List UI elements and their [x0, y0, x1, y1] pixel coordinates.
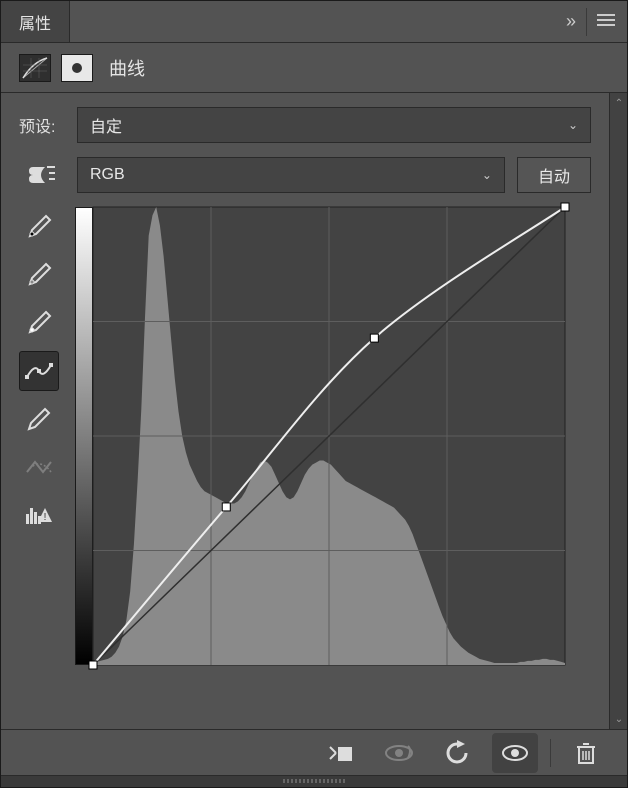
chevron-down-icon: ⌄ — [482, 168, 492, 182]
curves-icon[interactable] — [19, 54, 51, 82]
curves-editor: ! — [19, 207, 591, 729]
vertical-scrollbar[interactable]: ⌃ ⌄ — [609, 93, 627, 729]
auto-label: 自动 — [538, 163, 570, 187]
adjustment-header: 曲线 — [1, 43, 627, 93]
targeted-adjust-icon[interactable] — [19, 163, 65, 187]
panel-title: 属性 — [19, 10, 51, 34]
panel-menu-icon[interactable] — [597, 11, 615, 32]
delete-icon[interactable] — [563, 733, 609, 773]
divider — [550, 739, 551, 767]
channel-value: RGB — [90, 166, 125, 184]
eyedropper-gray-icon[interactable] — [19, 255, 59, 295]
titlebar-controls: » — [566, 1, 627, 42]
preset-row: 预设: 自定 ⌄ — [19, 107, 591, 143]
scroll-up-icon[interactable]: ⌃ — [610, 95, 627, 111]
visibility-icon[interactable] — [492, 733, 538, 773]
preset-select[interactable]: 自定 ⌄ — [77, 107, 591, 143]
panel-footer — [1, 729, 627, 775]
curves-graph-wrap — [75, 207, 591, 729]
tools-column: ! — [19, 207, 63, 729]
channel-row: RGB ⌄ 自动 — [19, 157, 591, 193]
properties-panel: 属性 » 曲线 预设: 自定 ⌄ — [0, 0, 628, 788]
adjustment-name: 曲线 — [109, 55, 145, 81]
collapse-icon[interactable]: » — [566, 11, 576, 32]
preset-label: 预设: — [19, 113, 65, 137]
resize-grip[interactable] — [1, 775, 627, 787]
svg-text:!: ! — [44, 512, 47, 523]
chevron-down-icon: ⌄ — [568, 118, 578, 132]
smooth-curve-icon[interactable] — [19, 447, 59, 487]
panel-titlebar: 属性 » — [1, 1, 627, 43]
auto-button[interactable]: 自动 — [517, 157, 591, 193]
histogram-clip-warning-icon[interactable]: ! — [19, 495, 59, 535]
preset-value: 自定 — [90, 113, 122, 137]
panel-tab-properties[interactable]: 属性 — [1, 1, 70, 42]
pencil-tool-icon[interactable] — [19, 399, 59, 439]
reset-icon[interactable] — [434, 733, 480, 773]
eyedropper-white-icon[interactable] — [19, 303, 59, 343]
divider — [586, 8, 587, 36]
content: 预设: 自定 ⌄ RGB ⌄ 自动 — [1, 93, 609, 729]
view-previous-icon[interactable] — [376, 733, 422, 773]
curves-graph[interactable] — [93, 207, 591, 729]
panel-body: 预设: 自定 ⌄ RGB ⌄ 自动 — [1, 93, 627, 729]
curve-point-tool-icon[interactable] — [19, 351, 59, 391]
output-ramp — [75, 207, 93, 665]
channel-select[interactable]: RGB ⌄ — [77, 157, 505, 193]
layer-mask-icon[interactable] — [61, 54, 93, 82]
scroll-down-icon[interactable]: ⌄ — [610, 711, 627, 727]
clip-to-layer-icon[interactable] — [318, 733, 364, 773]
eyedropper-black-icon[interactable] — [19, 207, 59, 247]
